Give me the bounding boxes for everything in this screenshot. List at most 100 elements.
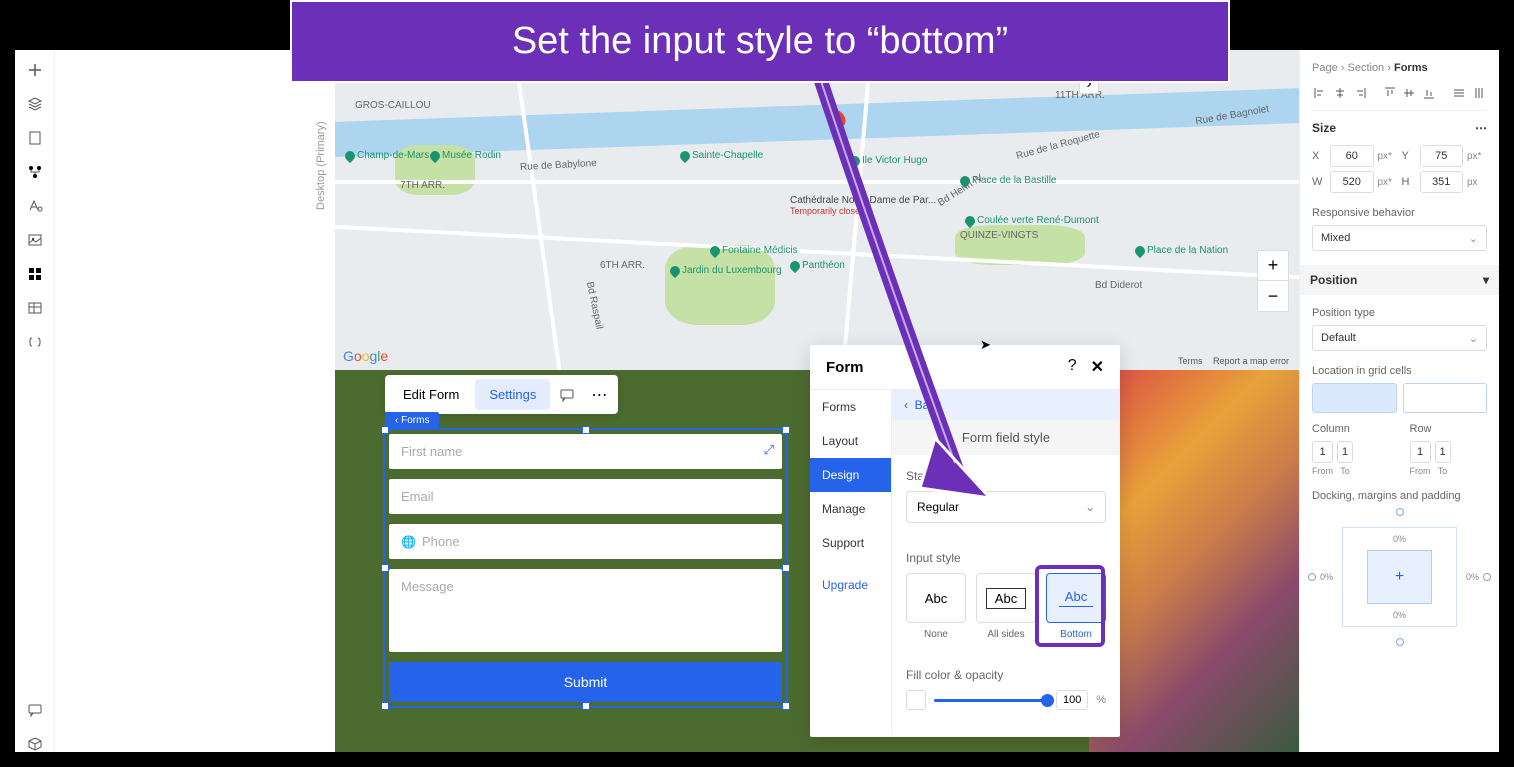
map-poi[interactable]: Champ-de-Mars (345, 150, 429, 161)
align-right-icon[interactable] (1352, 86, 1368, 100)
submit-button[interactable]: Submit (389, 662, 782, 702)
left-toolbar (15, 50, 55, 752)
map-area-label: 6TH ARR. (600, 260, 645, 271)
map-poi[interactable]: Coulée verte René-Dumont (965, 215, 1099, 226)
col-to-input[interactable]: 1 (1337, 441, 1353, 463)
image-icon[interactable] (27, 232, 43, 248)
code-icon[interactable] (27, 334, 43, 350)
add-icon[interactable] (27, 62, 43, 78)
apps-icon[interactable] (27, 266, 43, 282)
panel-nav: Forms Layout Design Manage Support Upgra… (810, 390, 892, 734)
text-icon[interactable] (27, 198, 43, 214)
dock-center-add[interactable]: + (1367, 550, 1432, 604)
data-icon[interactable] (27, 300, 43, 316)
breadcrumb[interactable]: Page › Section › Forms (1312, 62, 1487, 74)
map-area-label: 7TH ARR. (400, 180, 445, 191)
google-logo: Google (343, 348, 388, 364)
nav-forms[interactable]: Forms (810, 390, 891, 424)
form-settings-panel: Form ? ✕ Forms Layout Design Manage Supp… (810, 345, 1120, 737)
grid-cell-2[interactable] (1403, 383, 1488, 413)
message-field[interactable]: Message (389, 569, 782, 652)
opacity-slider[interactable] (934, 699, 1048, 702)
page-icon[interactable] (27, 130, 43, 146)
align-center-h-icon[interactable] (1332, 86, 1348, 100)
nav-support[interactable]: Support (810, 526, 891, 560)
flowers-image (1089, 370, 1299, 752)
align-center-v-icon[interactable] (1402, 86, 1418, 100)
alignment-row (1312, 86, 1487, 111)
row-from-input[interactable]: 1 (1410, 441, 1431, 463)
settings-button[interactable]: Settings (475, 379, 550, 410)
h-input[interactable]: 351 (1420, 171, 1464, 193)
input-style-none[interactable]: Abc None (906, 573, 966, 640)
align-top-icon[interactable] (1382, 86, 1398, 100)
position-section-toggle[interactable]: Position▾ (1300, 265, 1499, 295)
panel-title: Form (826, 359, 864, 376)
align-bottom-icon[interactable] (1421, 86, 1437, 100)
edit-form-button[interactable]: Edit Form (389, 379, 473, 410)
distribute-v-icon[interactable] (1471, 86, 1487, 100)
map-poi-notredame[interactable]: Cathédrale Notre-Dame de Par... Temporar… (790, 195, 936, 216)
docking-widget[interactable]: 0% 0% 0% 0% + (1312, 512, 1487, 642)
fill-label: Fill color & opacity (906, 668, 1106, 682)
content-title: Form field style (892, 420, 1120, 455)
first-name-field[interactable]: First name ⤢ (389, 434, 782, 469)
grid-cell-1[interactable] (1312, 383, 1397, 413)
close-icon[interactable]: ✕ (1091, 357, 1104, 377)
map-poi[interactable]: Ile Victor Hugo (850, 155, 927, 166)
form-breadcrumb-badge[interactable]: Forms (385, 412, 439, 429)
layers-icon[interactable] (27, 96, 43, 112)
expand-icon[interactable]: ⤢ (764, 442, 774, 458)
device-label: Desktop (Primary) (315, 121, 327, 210)
row-to-input[interactable]: 1 (1435, 441, 1451, 463)
responsive-select[interactable]: Mixed (1312, 225, 1487, 251)
zoom-out-button[interactable]: − (1258, 281, 1288, 311)
map-poi[interactable]: Jardin du Luxembourg (670, 265, 782, 276)
instruction-callout: Set the input style to “bottom” (290, 0, 1230, 83)
nav-layout[interactable]: Layout (810, 424, 891, 458)
map-poi[interactable]: Place de la Nation (1135, 245, 1228, 256)
opacity-value[interactable]: 100 (1056, 690, 1088, 710)
size-more-icon[interactable]: ⋯ (1475, 121, 1487, 135)
help-icon[interactable]: ? (1068, 357, 1077, 377)
map-poi[interactable]: Musée Rodin (430, 150, 501, 161)
email-field[interactable]: Email (389, 479, 782, 514)
map-widget[interactable]: GROS-CAILLOU 7TH ARR. 6TH ARR. 11TH ARR.… (335, 50, 1299, 370)
inspector-panel: Page › Section › Forms Size⋯ X60px* Y75p… (1299, 50, 1499, 752)
sections-icon[interactable] (27, 164, 43, 180)
map-attribution: Terms Report a map error (1170, 356, 1289, 366)
input-style-bottom[interactable]: Abc Bottom (1046, 573, 1106, 640)
back-button[interactable]: ‹ Back (892, 390, 1120, 420)
w-input[interactable]: 520 (1330, 171, 1374, 193)
map-poi[interactable]: Fontaine Médicis (710, 245, 798, 256)
x-input[interactable]: 60 (1330, 145, 1374, 167)
help-icon[interactable] (27, 736, 43, 752)
nav-manage[interactable]: Manage (810, 492, 891, 526)
y-input[interactable]: 75 (1420, 145, 1464, 167)
more-icon[interactable]: ⋯ (584, 380, 614, 410)
canvas[interactable]: Desktop (Primary) GROS-CAILLOU 7TH ARR. … (55, 50, 1299, 752)
zoom-in-button[interactable]: + (1258, 251, 1288, 281)
map-poi[interactable]: Panthéon (790, 260, 845, 271)
input-style-all-sides[interactable]: Abc All sides (976, 573, 1036, 640)
input-style-label: Input style (906, 551, 1106, 565)
map-poi[interactable]: Sainte-Chapelle (680, 150, 763, 161)
fill-color-swatch[interactable] (906, 690, 926, 710)
phone-field[interactable]: Phone (389, 524, 782, 559)
state-select[interactable]: Regular (906, 491, 1106, 523)
form-selection[interactable]: First name ⤢ Email Phone Message Submit (383, 428, 788, 708)
distribute-h-icon[interactable] (1451, 86, 1467, 100)
map-area-label: GROS-CAILLOU (355, 100, 431, 111)
position-type-select[interactable]: Default (1312, 325, 1487, 351)
col-from-input[interactable]: 1 (1312, 441, 1333, 463)
element-toolbar: Edit Form Settings ⋯ (385, 375, 618, 414)
nav-upgrade[interactable]: Upgrade (810, 568, 891, 602)
state-label: State (906, 469, 1106, 483)
docking-label: Docking, margins and padding (1312, 490, 1487, 502)
nav-design[interactable]: Design (810, 458, 891, 492)
app-window: Desktop (Primary) GROS-CAILLOU 7TH ARR. … (15, 50, 1499, 752)
chat-icon[interactable] (27, 702, 43, 718)
comment-icon[interactable] (552, 380, 582, 410)
align-left-icon[interactable] (1312, 86, 1328, 100)
map-zoom-controls: + − (1257, 250, 1289, 312)
